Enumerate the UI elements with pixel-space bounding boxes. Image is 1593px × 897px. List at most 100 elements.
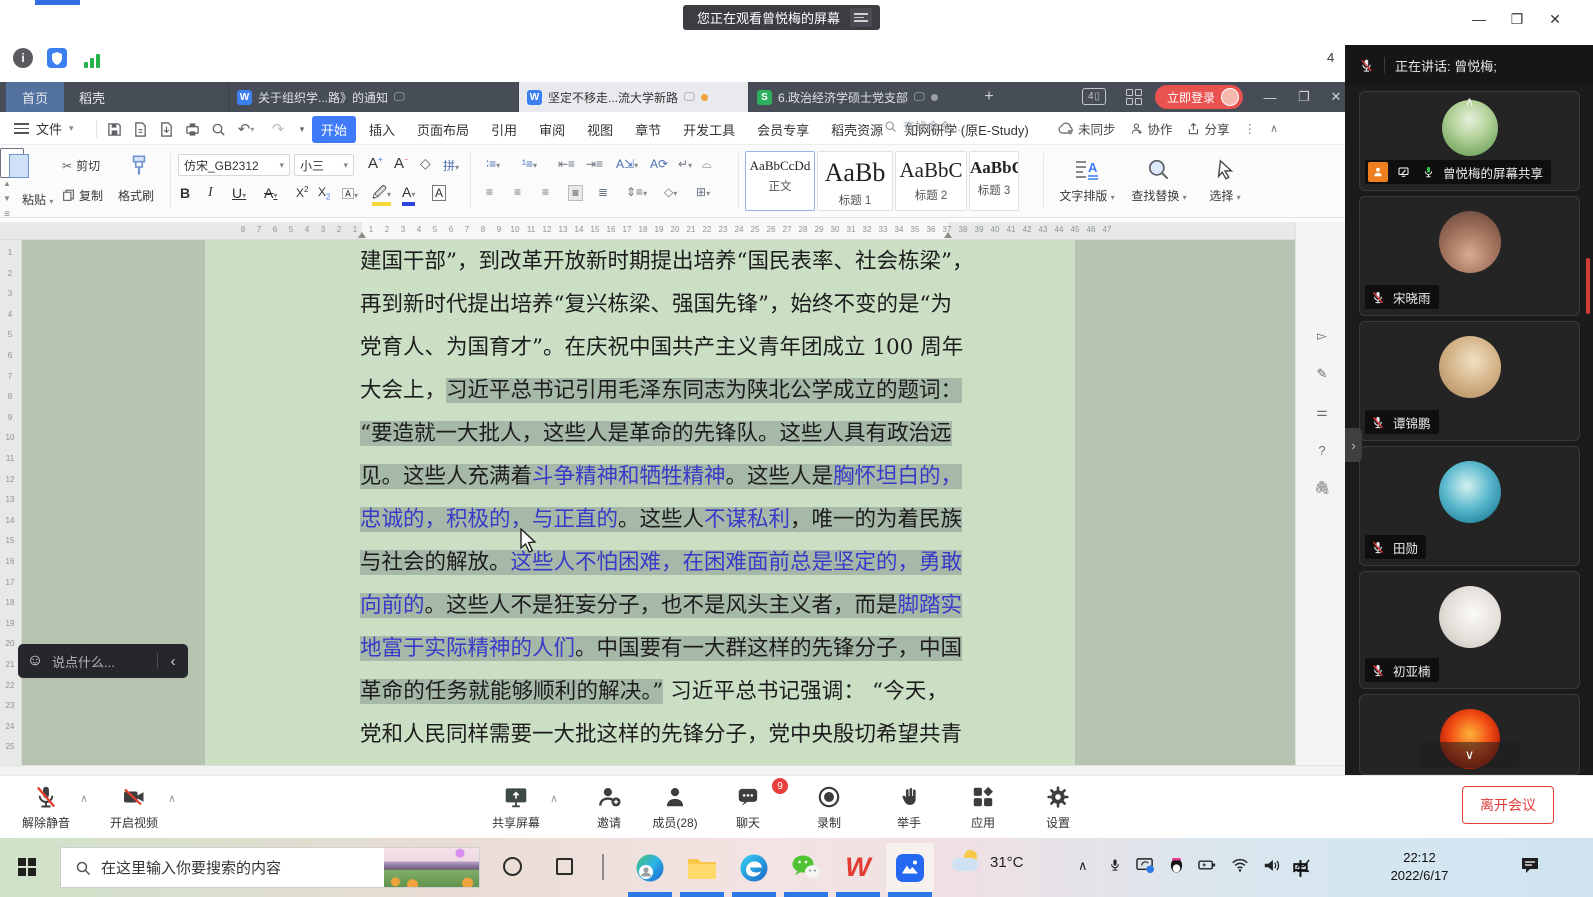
pen-tool-icon[interactable]: ✎	[1313, 365, 1331, 383]
ribbon-tab-1[interactable]: 插入	[360, 116, 404, 143]
video-button[interactable]: 开启视频	[102, 782, 166, 831]
participant-tile[interactable]: ∨	[1359, 694, 1580, 775]
restore-button[interactable]: ❐	[1504, 10, 1530, 28]
unmute-chevron-icon[interactable]: ∧	[80, 792, 88, 805]
sidebar-collapse-handle[interactable]: ›	[1345, 428, 1362, 462]
document-line[interactable]: 向前的。这些人不是狂妄分子，也不是风头主义者，而是脚踏实	[360, 590, 948, 622]
share-screen-button[interactable]: 共享屏幕	[484, 782, 548, 831]
participant-tile[interactable]: 初亚楠	[1359, 571, 1580, 689]
ribbon-tab-0[interactable]: 开始	[312, 116, 356, 143]
command-search[interactable]: 查找命令...	[884, 118, 994, 135]
undo-button[interactable]: ↶▾	[236, 119, 256, 139]
taskbar-app-wechat[interactable]	[782, 843, 830, 892]
distribute-button[interactable]: ≣	[598, 185, 608, 199]
ribbon-tab-8[interactable]: 会员专享	[748, 116, 818, 143]
doc-tab-3[interactable]: S 6.政治经济学硕士党支部 🖵	[748, 82, 970, 112]
measure-tool-icon[interactable]: ⚌	[1313, 403, 1331, 421]
justify-button[interactable]: ≡	[568, 185, 583, 201]
text-effects-button[interactable]: 🄰▾	[342, 185, 358, 202]
increase-indent-button[interactable]: ⇥≡	[586, 157, 603, 171]
wrap-button[interactable]: ↵▾	[678, 157, 692, 171]
participant-tile[interactable]: 谭锦鹏	[1359, 321, 1580, 441]
taskbar-search[interactable]: 在这里输入你要搜索的内容	[60, 847, 480, 888]
cut-button[interactable]: ✂剪切	[62, 157, 100, 174]
search-scenery-image[interactable]	[384, 847, 479, 888]
sidebar-scrollbar[interactable]	[1586, 258, 1590, 314]
document-canvas[interactable]: 建国干部”，到改革开放新时期提出培养“国民表率、社会栋梁”，再到新时代提出培养“…	[22, 240, 1295, 765]
indent-marker[interactable]	[944, 232, 952, 238]
font-color-button[interactable]: A▾	[402, 185, 415, 206]
document-line[interactable]: 忠诚的，积极的，与正直的。这些人不谋私利，唯一的为着民族	[360, 504, 948, 536]
settings-button[interactable]: 设置	[1026, 782, 1090, 831]
emoji-icon[interactable]: ☺	[18, 652, 52, 670]
tab-docer[interactable]: 稻壳	[64, 82, 120, 112]
participant-tile[interactable]: 田勋	[1359, 446, 1580, 566]
qa-more-button[interactable]: ▾	[292, 119, 312, 139]
video-chevron-icon[interactable]: ∧	[168, 792, 176, 805]
select-tool-icon[interactable]: ▻	[1313, 327, 1331, 345]
shading-button[interactable]: ◇▾	[664, 185, 677, 199]
ribbon-tab-4[interactable]: 审阅	[530, 116, 574, 143]
scroll-up-icon[interactable]: ∧	[1465, 94, 1475, 110]
output-button[interactable]	[130, 119, 150, 139]
file-menu-button[interactable]: 文件 ▾	[14, 119, 74, 138]
text-direction-button[interactable]: A⟳	[650, 157, 668, 171]
taskbar-app-edge[interactable]	[730, 843, 778, 892]
share-screen-chevron-icon[interactable]: ∧	[550, 792, 558, 805]
bold-button[interactable]: B	[180, 185, 190, 201]
select-button[interactable]: 选择 ▾	[1192, 153, 1258, 204]
scroll-down-icon[interactable]: ∨	[1420, 742, 1520, 768]
workspace-grid-button[interactable]	[1126, 89, 1142, 105]
sync-status[interactable]: 未同步	[1058, 119, 1116, 138]
more-menu-icon[interactable]: ⋮	[1244, 121, 1257, 136]
paste-button[interactable]: 粘贴 ▾	[22, 191, 53, 208]
subscript-button[interactable]: X2	[318, 185, 330, 201]
chat-collapse-icon[interactable]: ‹	[158, 653, 188, 670]
collapse-ribbon-icon[interactable]: ∧	[1270, 122, 1278, 135]
close-button[interactable]: ✕	[1542, 10, 1568, 28]
bullet-list-button[interactable]: ∶≡▾	[486, 157, 500, 171]
ribbon-tab-7[interactable]: 开发工具	[674, 116, 744, 143]
export-pdf-button[interactable]	[156, 119, 176, 139]
document-line[interactable]: 革命的任务就能够顺利的解决。” 习近平总书记强调： “今天，	[360, 676, 948, 708]
decrease-indent-button[interactable]: ⇤≡	[558, 157, 575, 171]
document-line[interactable]: 党和人民同样需要一大批这样的先锋分子，党中央殷切希望共青	[360, 719, 948, 751]
document-line[interactable]: “要造就一大批人，这些人是革命的先锋队。这些人具有政治远	[360, 418, 948, 450]
ribbon-tab-2[interactable]: 页面布局	[408, 116, 478, 143]
print-button[interactable]	[182, 119, 202, 139]
wps-restore-button[interactable]: ❐	[1292, 88, 1316, 106]
gallery-scroll[interactable]: ▲▼≡	[0, 179, 14, 220]
align-center-button[interactable]: ≡	[514, 185, 521, 199]
document-line[interactable]: 见。这些人充满着斗争精神和牺牲精神。这些人是胸怀坦白的，	[360, 461, 948, 493]
horizontal-ruler[interactable]: 8765432112345678910111213141516171819202…	[0, 222, 1295, 240]
copy-button[interactable]: 复制	[62, 187, 103, 204]
document-line[interactable]: 党育人、为国育才”。在庆祝中国共产主义青年团成立 100 周年	[360, 332, 948, 364]
minimize-button[interactable]: —	[1466, 10, 1492, 28]
raise-hand-button[interactable]: 举手	[877, 782, 941, 831]
font-size-combo[interactable]: 小三▾	[294, 154, 354, 176]
collaborate-button[interactable]: 协作	[1130, 119, 1173, 138]
multi-window-button[interactable]: 4▯	[1082, 88, 1106, 105]
document-line[interactable]: 再到新时代提出培养“复兴栋梁、强国先锋”，始终不变的是“为	[360, 289, 948, 321]
chat-overlay[interactable]: ☺ 说点什么... ‹	[18, 644, 188, 678]
char-shading-button[interactable]: A	[432, 185, 446, 201]
ribbon-tab-3[interactable]: 引用	[482, 116, 526, 143]
pinyin-guide-button[interactable]: 拼▾	[443, 157, 459, 174]
doc-tab-1[interactable]: W 关于组织学...路》的通知 🖵	[228, 82, 518, 112]
taskbar-app-meeting[interactable]	[886, 843, 934, 892]
login-button[interactable]: 立即登录	[1155, 85, 1243, 109]
taskbar-app-explorer[interactable]	[678, 843, 726, 892]
meeting-info-icon[interactable]: i	[13, 48, 33, 68]
save-button[interactable]	[104, 119, 124, 139]
ribbon-tab-5[interactable]: 视图	[578, 116, 622, 143]
find-replace-button[interactable]: 查找替换 ▾	[1126, 153, 1192, 204]
shrink-font-button[interactable]: A−	[394, 155, 409, 172]
numbered-list-button[interactable]: ¹≡▾	[522, 157, 537, 171]
unmute-button[interactable]: 解除静音	[14, 782, 78, 831]
document-line[interactable]: 大会上，习近平总书记引用毛泽东同志为陕北公学成立的题词：	[360, 375, 948, 407]
font-name-combo[interactable]: 仿宋_GB2312▾	[178, 154, 290, 176]
taskbar-app-browser[interactable]	[626, 843, 674, 892]
italic-button[interactable]: I	[208, 185, 213, 201]
weather-widget[interactable]: 31°C	[952, 850, 1024, 874]
page-width-button[interactable]: ⌓	[702, 157, 712, 172]
